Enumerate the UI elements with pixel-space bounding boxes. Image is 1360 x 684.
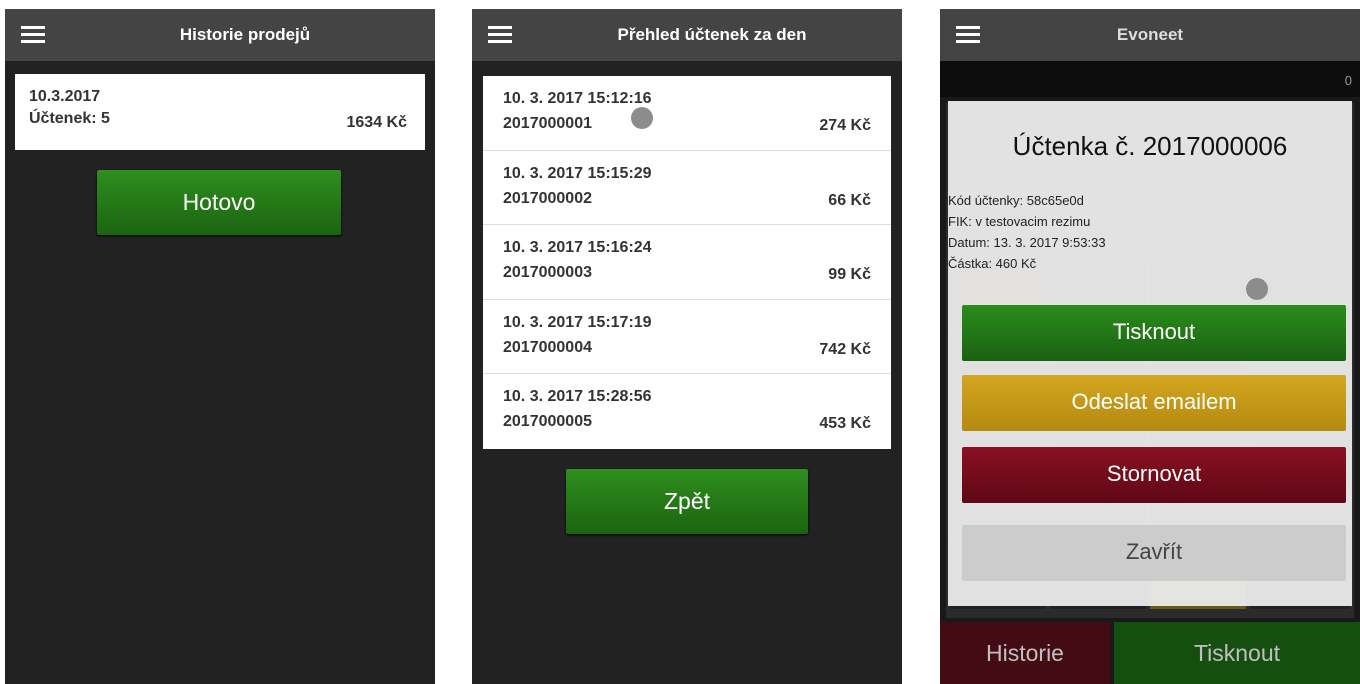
top-bar: Evoneet bbox=[940, 9, 1360, 61]
top-bar: Historie prodejů bbox=[5, 9, 435, 61]
receipt-list: 10. 3. 2017 15:12:16 2017000001 274 Kč 1… bbox=[483, 76, 891, 449]
receipt-number: 2017000005 bbox=[503, 413, 592, 430]
daily-receipts-screen: Přehled účtenek za den 10. 3. 2017 15:12… bbox=[472, 9, 902, 684]
touch-indicator bbox=[631, 107, 653, 129]
receipt-datetime: 10. 3. 2017 15:28:56 bbox=[503, 388, 652, 405]
top-bar: Přehled účtenek za den bbox=[472, 9, 902, 61]
receipt-amount: Částka: 460 Kč bbox=[948, 256, 1037, 271]
day-date: 10.3.2017 bbox=[29, 88, 101, 105]
day-summary-card[interactable]: 10.3.2017 Účtenek: 5 1634 Kč bbox=[15, 74, 425, 150]
receipt-dialog-title: Účtenka č. 2017000006 bbox=[1012, 131, 1288, 161]
touch-indicator bbox=[1246, 278, 1268, 300]
day-total: 1634 Kč bbox=[346, 114, 408, 131]
receipt-amount: 742 Kč bbox=[819, 340, 871, 358]
menu-icon[interactable] bbox=[488, 26, 512, 44]
menu-icon[interactable] bbox=[21, 26, 45, 44]
receipt-amount: 99 Kč bbox=[828, 266, 871, 283]
page-title: Přehled účtenek za den bbox=[617, 25, 807, 44]
receipt-code: Kód účtenky: 58c65e0d bbox=[948, 193, 1084, 208]
back-button[interactable]: Zpět bbox=[566, 469, 808, 534]
receipt-datetime: 10. 3. 2017 15:17:19 bbox=[503, 313, 652, 331]
list-item[interactable]: 10. 3. 2017 15:15:29 2017000002 66 Kč bbox=[483, 151, 891, 225]
receipt-amount: 274 Kč bbox=[819, 117, 871, 134]
receipt-number: 2017000001 bbox=[503, 115, 592, 132]
receipt-count: Účtenek: 5 bbox=[29, 110, 110, 127]
page-title: Historie prodejů bbox=[179, 25, 311, 44]
list-item[interactable]: 10. 3. 2017 15:17:19 2017000004 742 Kč bbox=[483, 300, 891, 374]
cancel-receipt-button[interactable]: Stornovat bbox=[962, 447, 1346, 503]
list-item[interactable]: 10. 3. 2017 15:28:56 2017000005 453 Kč bbox=[483, 374, 891, 449]
list-item[interactable]: 10. 3. 2017 15:16:24 2017000003 99 Kč bbox=[483, 225, 891, 300]
print-receipt-button[interactable]: Tisknout bbox=[962, 305, 1346, 361]
receipt-number: 2017000004 bbox=[503, 338, 592, 356]
receipt-number: 2017000002 bbox=[503, 189, 592, 207]
done-button[interactable]: Hotovo bbox=[97, 170, 341, 235]
close-dialog-button[interactable]: Zavřít bbox=[962, 525, 1346, 581]
list-item[interactable]: 10. 3. 2017 15:12:16 2017000001 274 Kč bbox=[483, 76, 891, 151]
receipt-amount: 66 Kč bbox=[828, 191, 871, 209]
receipt-dialog: Účtenka č. 2017000006 Kód účtenky: 58c65… bbox=[948, 101, 1352, 606]
receipt-datetime: 10. 3. 2017 15:12:16 bbox=[503, 90, 652, 107]
app-title: Evoneet bbox=[1116, 25, 1184, 44]
receipt-datetime: 10. 3. 2017 15:16:24 bbox=[503, 239, 652, 256]
receipt-number: 2017000003 bbox=[503, 264, 592, 281]
sales-history-screen: Historie prodejů 10.3.2017 Účtenek: 5 16… bbox=[5, 9, 435, 684]
send-email-button[interactable]: Odeslat emailem bbox=[962, 375, 1346, 431]
receipt-datetime: 10. 3. 2017 15:15:29 bbox=[503, 164, 652, 182]
pos-screen: Evoneet 0 Historie Tisknout Účtenka č. 2… bbox=[940, 9, 1360, 684]
receipt-date: Datum: 13. 3. 2017 9:53:33 bbox=[948, 235, 1106, 250]
receipt-fik: FIK: v testovacim rezimu bbox=[948, 214, 1091, 229]
receipt-amount: 453 Kč bbox=[819, 415, 871, 432]
